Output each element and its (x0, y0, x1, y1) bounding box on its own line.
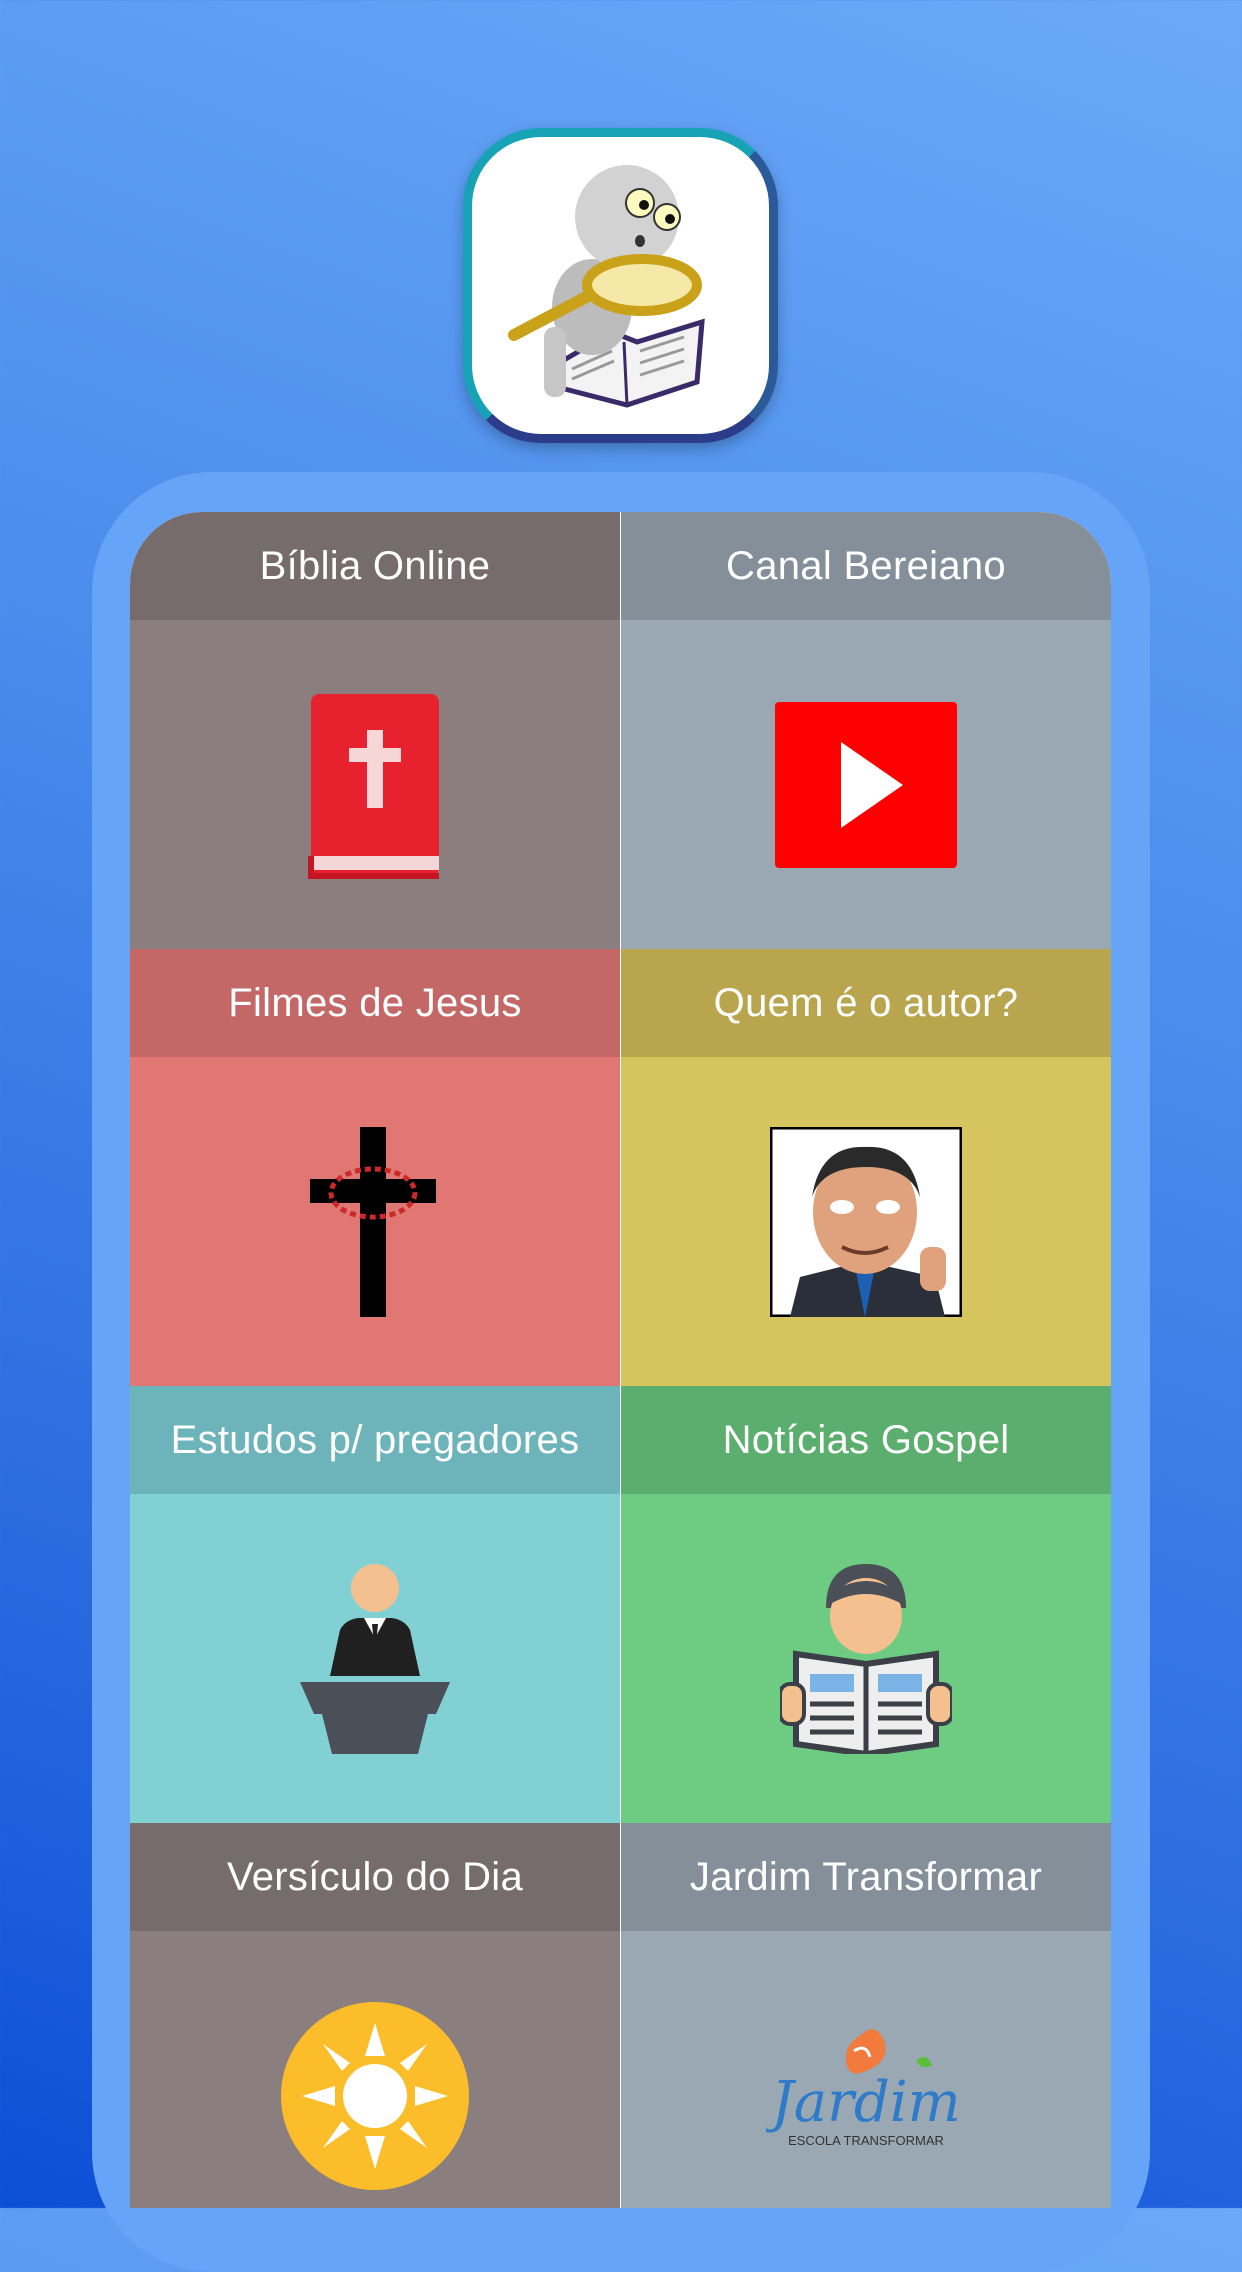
tile-label: Quem é o autor? (621, 949, 1111, 1057)
tile-quem-e-o-autor[interactable]: Quem é o autor? (621, 949, 1111, 1386)
bible-icon (308, 693, 439, 879)
sun-icon (281, 2001, 469, 2190)
jardim-logo-subtitle: ESCOLA TRANSFORMAR (788, 2133, 944, 2148)
tile-filmes-de-jesus[interactable]: Filmes de Jesus (130, 949, 620, 1386)
menu-grid: Bíblia Online Canal Bereiano Filmes de J… (130, 512, 1111, 2208)
tile-label: Estudos p/ pregadores (130, 1386, 620, 1494)
tile-label: Canal Bereiano (621, 512, 1111, 620)
jardim-logo-icon: Jardim ESCOLA TRANSFORMAR (766, 2028, 961, 2148)
magnifier-bible-app-icon (508, 165, 705, 408)
youtube-play-icon (775, 701, 957, 868)
author-avatar-icon (770, 1126, 962, 1317)
tile-label: Versículo do Dia (130, 1823, 620, 1931)
tile-label: Filmes de Jesus (130, 949, 620, 1057)
tile-jardim-transformar[interactable]: Jardim Transformar Jardim ESCOLA TRANSFO… (621, 1823, 1111, 2208)
tile-label: Notícias Gospel (621, 1386, 1111, 1494)
jardim-logo-title: Jardim (766, 2070, 961, 2135)
cross-icon (310, 1126, 436, 1317)
tile-biblia-online[interactable]: Bíblia Online (130, 512, 620, 949)
tile-versiculo-do-dia[interactable]: Versículo do Dia (130, 1823, 620, 2208)
tile-estudos-pregadores[interactable]: Estudos p/ pregadores (130, 1386, 620, 1823)
newspaper-reader-icon (780, 1563, 952, 1754)
tile-canal-bereiano[interactable]: Canal Bereiano (621, 512, 1111, 949)
tile-noticias-gospel[interactable]: Notícias Gospel (621, 1386, 1111, 1823)
app-screen: Bíblia Online Canal Bereiano Filmes de J… (130, 512, 1111, 2208)
tile-label: Bíblia Online (130, 512, 620, 620)
tile-label: Jardim Transformar (621, 1823, 1111, 1931)
app-icon (463, 128, 778, 443)
preacher-icon (300, 1563, 450, 1754)
